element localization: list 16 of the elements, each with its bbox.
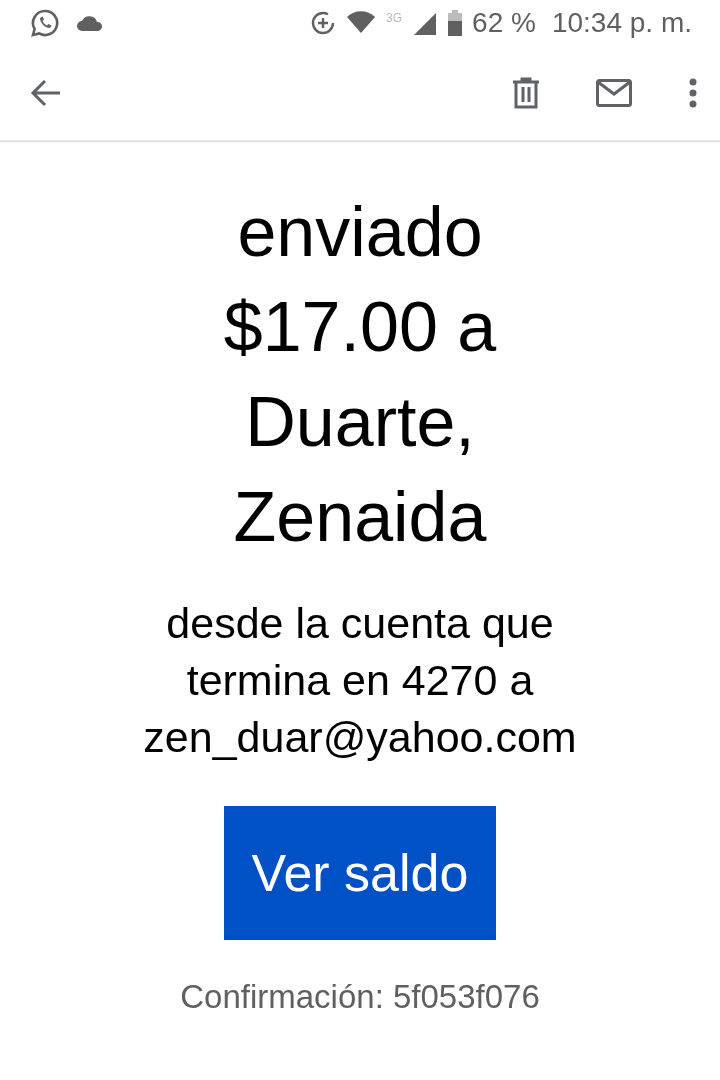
clock-time: 10:34 p. m. — [551, 7, 692, 39]
chat-icon — [30, 8, 60, 38]
network-type: 3G — [386, 11, 403, 25]
view-balance-button[interactable]: Ver saldo — [224, 806, 496, 940]
more-icon[interactable] — [688, 78, 698, 108]
cloud-icon — [76, 14, 104, 32]
transfer-details: desde la cuenta que termina en 4270 a zen_duar@yahoo.com — [142, 598, 578, 763]
back-icon[interactable] — [30, 79, 62, 107]
wifi-icon — [346, 11, 377, 35]
headline: enviado $17.00 a Duarte, Zenaida — [222, 192, 498, 558]
battery-icon — [448, 10, 463, 36]
data-saver-icon — [310, 10, 337, 36]
mail-icon[interactable] — [596, 79, 632, 107]
confirmation-code: Confirmación: 5f053f076 — [180, 978, 540, 1016]
trash-icon[interactable] — [512, 77, 540, 109]
battery-percent: 62 % — [472, 7, 536, 39]
